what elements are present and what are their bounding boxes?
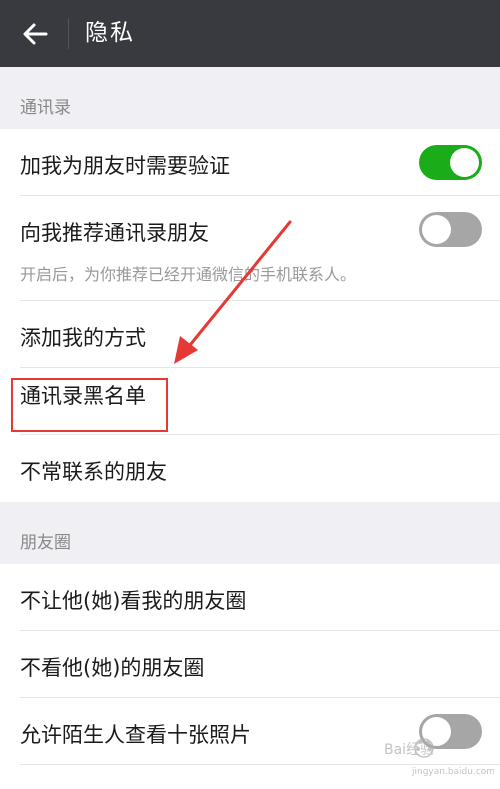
setting-row-recommend-contacts[interactable]: 向我推荐通讯录朋友 开启后，为你推荐已经开通微信的手机联系人。 — [0, 196, 500, 301]
back-button[interactable] — [18, 17, 52, 51]
setting-label: 允许陌生人查看十张照片 — [20, 723, 251, 747]
svg-text:jingyan.baidu.com: jingyan.baidu.com — [411, 767, 494, 777]
recommend-contacts-toggle[interactable] — [419, 212, 482, 247]
setting-label: 不让他(她)看我的朋友圈 — [20, 589, 247, 613]
setting-label: 不常联系的朋友 — [20, 460, 167, 484]
section-title: 通讯录 — [20, 98, 71, 118]
section-header-contacts: 通讯录 — [0, 67, 500, 129]
arrow-left-icon — [23, 23, 48, 45]
setting-row-verify-friend[interactable]: 加我为朋友时需要验证 — [0, 129, 500, 196]
setting-label: 向我推荐通讯录朋友 — [20, 221, 209, 245]
section-title: 朋友圈 — [20, 533, 71, 553]
setting-row-hide-my-moments[interactable]: 不让他(她)看我的朋友圈 — [0, 564, 500, 631]
contacts-settings-group: 加我为朋友时需要验证 向我推荐通讯录朋友 开启后，为你推荐已经开通微信的手机联系… — [0, 129, 500, 502]
top-bar: 隐私 — [0, 0, 500, 67]
svg-text:Bai经验: Bai经验 — [384, 742, 434, 758]
baidu-jingyan-watermark: Bai经验 jingyan.baidu.com — [382, 728, 495, 780]
setting-label: 不看他(她)的朋友圈 — [20, 656, 205, 680]
setting-row-hide-their-moments[interactable]: 不看他(她)的朋友圈 — [0, 631, 500, 698]
toggle-knob — [422, 215, 451, 244]
setting-row-blacklist[interactable]: 通讯录黑名单 — [0, 368, 500, 435]
setting-label: 通讯录黑名单 — [20, 384, 146, 408]
setting-label: 加我为朋友时需要验证 — [20, 154, 230, 178]
setting-row-infrequent-friends[interactable]: 不常联系的朋友 — [0, 435, 500, 502]
watermark-logo-icon: Bai经验 jingyan.baidu.com — [384, 738, 495, 777]
page-title: 隐私 — [85, 20, 135, 46]
toggle-knob — [450, 148, 479, 177]
verify-friend-toggle[interactable] — [419, 145, 482, 180]
setting-hint: 开启后，为你推荐已经开通微信的手机联系人。 — [20, 265, 357, 284]
header-divider — [68, 18, 69, 49]
setting-row-add-methods[interactable]: 添加我的方式 — [0, 301, 500, 368]
setting-label: 添加我的方式 — [20, 326, 146, 350]
section-header-moments: 朋友圈 — [0, 502, 500, 564]
